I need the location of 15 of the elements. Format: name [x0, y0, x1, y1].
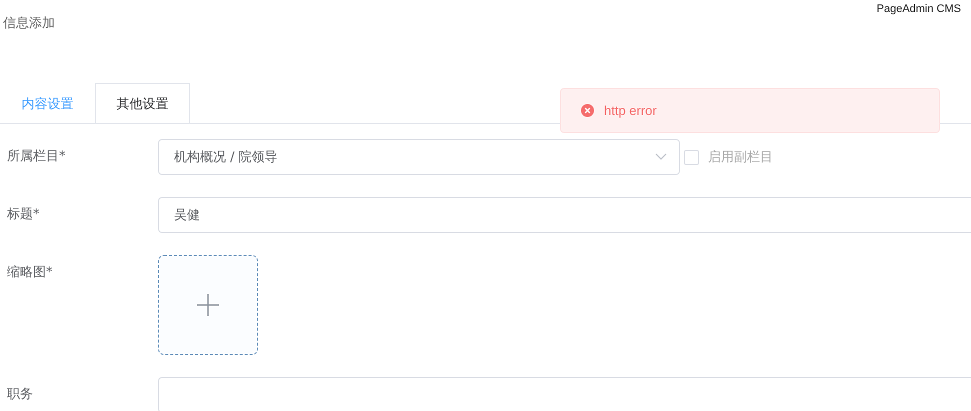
page-title: 信息添加 — [3, 15, 55, 33]
tab[interactable]: 其他设置 — [95, 83, 190, 123]
plus-icon — [196, 293, 220, 317]
image-upload-button[interactable] — [158, 255, 258, 355]
chevron-down-icon — [655, 153, 667, 161]
error-icon — [581, 104, 594, 117]
field-label: 职务 — [6, 386, 34, 404]
text-field[interactable]: 吴健 — [158, 197, 971, 233]
text-field[interactable] — [158, 377, 971, 411]
field-label: 所属栏目* — [6, 148, 66, 166]
column-select[interactable]: 机构概况 / 院领导 — [158, 139, 680, 175]
toast-message: http error — [604, 103, 657, 118]
field-label: 标题* — [6, 206, 40, 224]
brand-text: PageAdmin CMS — [876, 3, 961, 15]
field-label: 缩略图* — [6, 264, 54, 282]
